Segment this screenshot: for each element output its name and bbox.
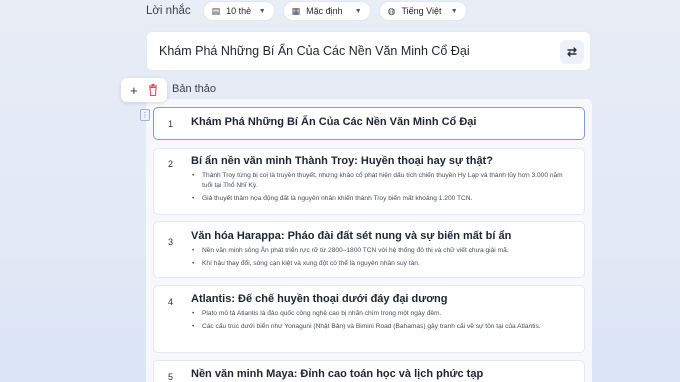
card-heading[interactable]: Nền văn minh Maya: Đỉnh cao toán học và … — [191, 368, 483, 380]
card-bullet[interactable]: Giả thuyết thảm họa động đất là nguyên n… — [191, 194, 574, 204]
regenerate-button[interactable] — [560, 40, 584, 64]
outline-card-2[interactable]: 2 Bí ẩn nền văn minh Thành Troy: Huyền t… — [153, 148, 585, 215]
card-bullet[interactable]: Các cấu trúc dưới biển như Yonaguni (Nhậ… — [191, 322, 574, 332]
outline-card-4[interactable]: 4 Atlantis: Đế chế huyền thoại dưới đáy … — [153, 285, 585, 353]
cards-count-select[interactable]: ▤ 10 thẻ ▼ — [202, 1, 275, 21]
card-heading[interactable]: Bí ẩn nền văn minh Thành Troy: Huyền tho… — [191, 155, 493, 167]
outline-card-3[interactable]: 3 Văn hóa Harappa: Pháo đài đất sét nung… — [153, 221, 585, 278]
card-number: 2 — [168, 159, 174, 169]
drag-handle-icon[interactable]: ⋮ — [140, 109, 150, 121]
card-heading[interactable]: Atlantis: Đế chế huyền thoại dưới đáy đạ… — [191, 293, 448, 305]
prompt-label: Lời nhắc — [146, 5, 191, 17]
layout-icon: ▦ — [291, 5, 301, 16]
prompt-text: Khám Phá Những Bí Ẩn Của Các Nền Văn Min… — [159, 44, 470, 58]
outline-card-1[interactable]: 1 Khám Phá Những Bí Ẩn Của Các Nền Văn M… — [153, 107, 585, 140]
prompt-input[interactable]: Khám Phá Những Bí Ẩn Của Các Nền Văn Min… — [146, 31, 591, 71]
card-bullet[interactable]: Thành Troy từng bị coi là truyền thuyết,… — [191, 171, 574, 191]
card-bullets: Thành Troy từng bị coi là truyền thuyết,… — [191, 171, 574, 207]
card-bullet[interactable]: Khí hậu thay đổi, sông cạn kiệt và xung … — [191, 259, 574, 269]
swap-icon — [567, 47, 577, 57]
outline-title: Bản thảo — [172, 83, 217, 95]
card-number: 5 — [168, 372, 174, 382]
language-select[interactable]: ◍ Tiếng Việt ▼ — [378, 1, 467, 21]
card-heading[interactable]: Văn hóa Harappa: Pháo đài đất sét nung v… — [191, 230, 511, 242]
card-number: 4 — [168, 297, 174, 307]
card-toolbar: + — [121, 78, 167, 102]
card-bullet[interactable]: Plato mô tả Atlantis là đảo quốc công ng… — [191, 309, 574, 319]
card-bullet[interactable]: Nền văn minh sông Ấn phát triển rực rỡ t… — [191, 246, 574, 256]
chevron-down-icon: ▼ — [258, 7, 266, 15]
style-value: Mặc định — [306, 6, 343, 16]
chevron-down-icon: ▼ — [450, 7, 458, 15]
chevron-down-icon: ▼ — [354, 7, 362, 15]
plus-icon: + — [130, 82, 138, 98]
outline-card-5[interactable]: 5 Nền văn minh Maya: Đỉnh cao toán học v… — [153, 360, 585, 382]
card-number: 1 — [168, 119, 174, 129]
cards-count-value: 10 thẻ — [226, 6, 252, 16]
style-select[interactable]: ▦ Mặc định ▼ — [282, 1, 371, 21]
card-stack-icon: ▤ — [211, 5, 221, 16]
language-value: Tiếng Việt — [401, 6, 442, 16]
trash-icon[interactable] — [148, 84, 158, 96]
add-card-button[interactable]: + — [130, 84, 138, 97]
card-bullets: Nền văn minh sông Ấn phát triển rực rỡ t… — [191, 246, 574, 272]
card-bullets: Plato mô tả Atlantis là đảo quốc công ng… — [191, 309, 574, 335]
globe-icon: ◍ — [387, 5, 396, 16]
outline-panel: 1 Khám Phá Những Bí Ẩn Của Các Nền Văn M… — [146, 99, 592, 382]
prompt-settings-bar: Lời nhắc ▤ 10 thẻ ▼ ▦ Mặc định ▼ ◍ Tiếng… — [146, 1, 467, 21]
card-number: 3 — [168, 237, 174, 247]
card-heading[interactable]: Khám Phá Những Bí Ẩn Của Các Nền Văn Min… — [191, 116, 476, 128]
